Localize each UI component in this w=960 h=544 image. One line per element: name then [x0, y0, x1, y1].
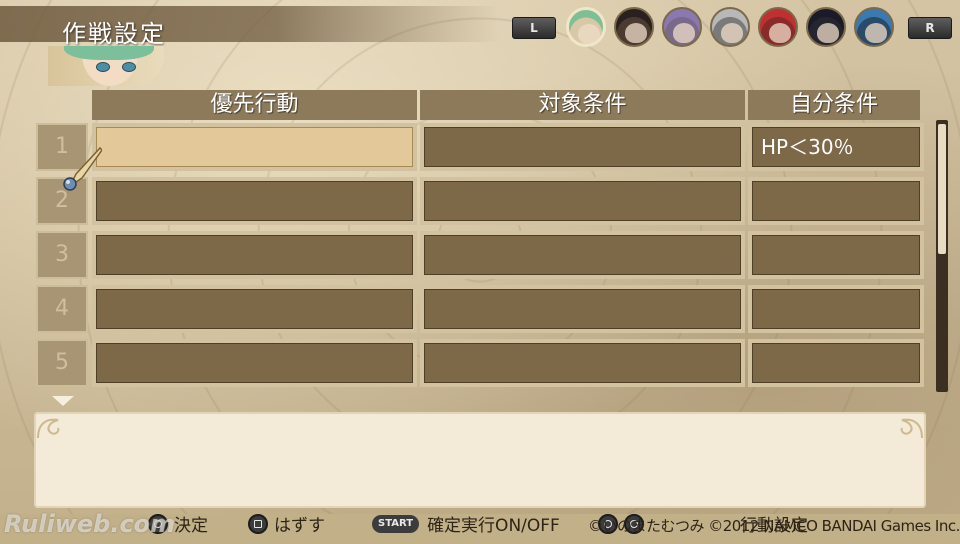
action-cell-value — [96, 343, 413, 383]
portrait-eye-right — [122, 62, 136, 72]
self-cell[interactable] — [748, 231, 924, 279]
target-cell[interactable] — [420, 177, 745, 225]
target-cell[interactable] — [420, 231, 745, 279]
help-toggle: START 確定実行ON/OFF — [372, 514, 560, 544]
scrollbar-thumb[interactable] — [938, 124, 946, 254]
row-number: 5 — [36, 339, 88, 387]
corner-ornament-icon — [900, 418, 923, 439]
self-cell[interactable] — [748, 339, 924, 387]
self-cell[interactable] — [748, 177, 924, 225]
target-cell-value — [424, 235, 741, 275]
character-portrait-red-hair-icon[interactable] — [758, 7, 798, 47]
copyright-notice: ©いのまたむつみ ©2012 NAMCO BANDAI Games Inc. — [588, 517, 960, 535]
target-cell[interactable] — [420, 339, 745, 387]
character-portrait-blue-hair-icon[interactable] — [854, 7, 894, 47]
portrait-eye-left — [96, 62, 110, 72]
action-cell-value — [96, 289, 413, 329]
target-cell-value — [424, 127, 741, 167]
help-confirm-label: 決定 — [174, 516, 208, 536]
self-cell-value — [752, 235, 920, 275]
quill-cursor-icon — [63, 146, 102, 191]
header-self-condition: 自分条件 — [748, 90, 920, 120]
action-cell[interactable] — [92, 285, 417, 333]
self-cell-value — [752, 289, 920, 329]
help-toggle-label: 確定実行ON/OFF — [427, 516, 560, 536]
self-cell-value — [752, 181, 920, 221]
action-cell[interactable] — [92, 177, 417, 225]
character-portrait-green-hair-icon[interactable] — [566, 7, 606, 47]
r-shoulder-button[interactable]: R — [908, 17, 952, 39]
watermark: Ruliweb.com — [4, 510, 176, 538]
row-number: 4 — [36, 285, 88, 333]
portrait-hat — [64, 46, 154, 60]
action-cell[interactable] — [92, 231, 417, 279]
description-box — [34, 412, 926, 508]
current-character-portrait — [48, 46, 164, 86]
l-shoulder-button[interactable]: L — [512, 17, 556, 39]
corner-ornament-icon — [37, 418, 60, 439]
row-number: 3 — [36, 231, 88, 279]
page-title: 作戦設定 — [62, 20, 166, 48]
square-button-icon — [248, 514, 268, 534]
header-priority-action: 優先行動 — [92, 90, 417, 120]
character-portrait-dark-hair-icon[interactable] — [614, 7, 654, 47]
action-cell-value — [96, 181, 413, 221]
scrollbar[interactable] — [936, 120, 948, 392]
self-cell-value: HP＜30％ — [752, 127, 920, 167]
self-cell[interactable]: HP＜30％ — [748, 123, 924, 171]
target-cell-value — [424, 181, 741, 221]
action-cell[interactable] — [92, 123, 417, 171]
action-cell-value — [96, 235, 413, 275]
target-cell[interactable] — [420, 285, 745, 333]
help-remove-label: はずす — [274, 516, 325, 536]
title-bar: 作戦設定 — [0, 6, 500, 48]
character-portrait-silver-hair-icon[interactable] — [710, 7, 750, 47]
action-cell[interactable] — [92, 339, 417, 387]
self-cell-value — [752, 343, 920, 383]
target-cell[interactable] — [420, 123, 745, 171]
target-cell-value — [424, 289, 741, 329]
scroll-down-arrow-icon[interactable] — [52, 396, 74, 406]
help-remove: はずす — [248, 514, 325, 544]
self-cell[interactable] — [748, 285, 924, 333]
character-portrait-black-hair-icon[interactable] — [806, 7, 846, 47]
header-target-condition: 対象条件 — [420, 90, 745, 120]
action-cell-value — [96, 127, 413, 167]
character-portrait-purple-hair-icon[interactable] — [662, 7, 702, 47]
start-button-icon: START — [372, 515, 420, 533]
target-cell-value — [424, 343, 741, 383]
